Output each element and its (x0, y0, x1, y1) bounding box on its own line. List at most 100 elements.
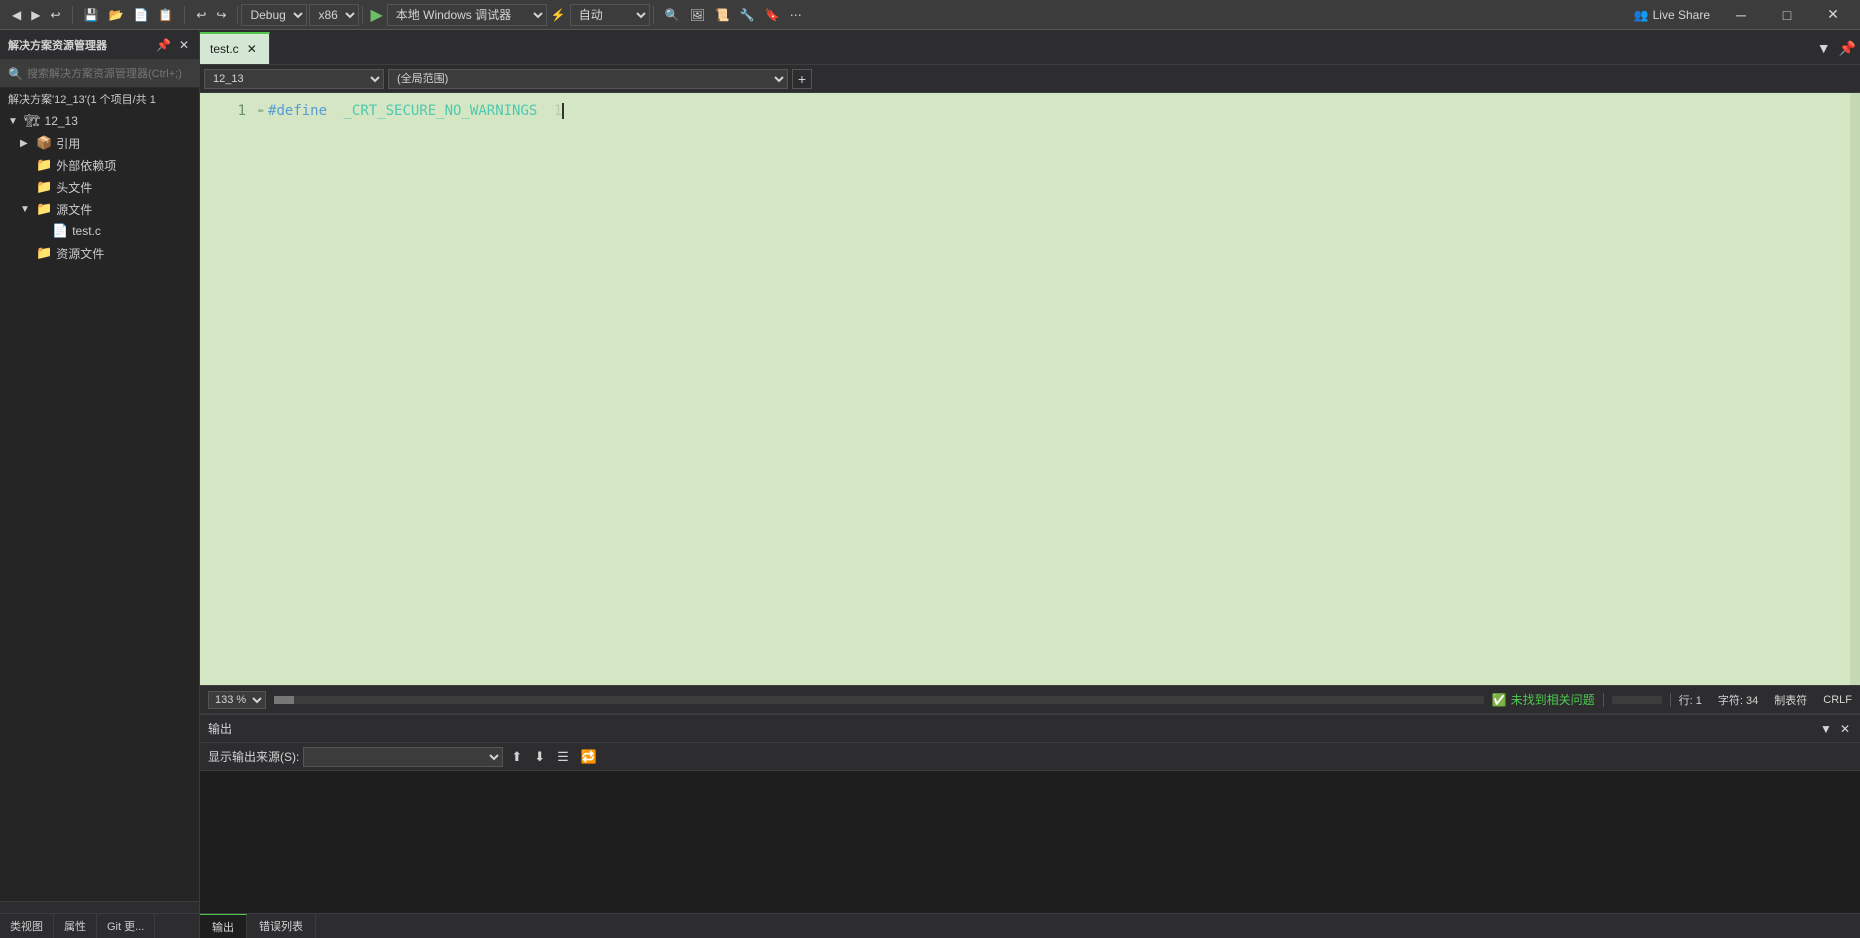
project-expand-icon: ▼ (8, 116, 20, 127)
sep1 (72, 6, 73, 24)
output-down-button[interactable]: ⬇ (530, 746, 549, 768)
sidebar-search-bar: 🔍 (0, 60, 199, 88)
editor-scrollbar-y[interactable] (1850, 93, 1860, 685)
sidebar-tab-class[interactable]: 类视图 (0, 914, 54, 938)
auto-dropdown[interactable]: 自动 (570, 4, 650, 26)
tab-close-button[interactable]: ✕ (245, 42, 259, 56)
tab-pin-button[interactable]: 📌 (1835, 32, 1860, 64)
tab-testc[interactable]: test.c ✕ (200, 32, 270, 64)
horizontal-scrollbar[interactable] (274, 696, 1484, 704)
output-close-icon[interactable]: ✕ (1838, 720, 1852, 738)
scope-dropdown[interactable]: 12_13 (204, 69, 384, 89)
open-button[interactable]: 📂 (104, 4, 127, 26)
output-up-button[interactable]: ⬆ (507, 746, 526, 768)
solution-label: 解决方案'12_13'(1 个项目/共 1 (0, 88, 199, 110)
tools-button[interactable]: 🔧 (736, 4, 759, 26)
maximize-button[interactable]: □ (1764, 0, 1810, 30)
bottom-tab-output[interactable]: 输出 (200, 914, 247, 938)
zoom-dropdown[interactable]: 133 % (208, 691, 266, 709)
headers-label: 头文件 (56, 179, 92, 196)
save-button[interactable]: 💾 (80, 4, 103, 26)
add-member-button[interactable]: + (792, 69, 812, 89)
ref-icon: 📦 (36, 135, 52, 151)
line-ending-info: CRLF (1823, 694, 1852, 706)
minimize-button[interactable]: ─ (1718, 0, 1764, 30)
tab-bar: test.c ✕ ▼ 📌 (200, 30, 1860, 65)
new-button[interactable]: 📄 (129, 4, 152, 26)
testc-icon: 📄 (52, 223, 68, 239)
status-bar: 133 % ✅ 未找到相关问题 行: 1 字符: 34 制表符 CRLF (200, 685, 1860, 713)
ref-label: 引用 (56, 135, 80, 152)
tree-item-headers[interactable]: 📁 头文件 (0, 176, 199, 198)
macro-name: _CRT_SECURE_NO_WARNINGS (343, 103, 537, 119)
tree-item-project[interactable]: ▼ 🏗 12_13 (0, 110, 199, 132)
project-icon: 🏗 (24, 113, 41, 129)
status-ok-icon: ✅ (1492, 693, 1507, 707)
sidebar-tab-git[interactable]: Git 更... (97, 914, 155, 938)
encoding-info: 制表符 (1774, 692, 1807, 708)
code-editor[interactable]: 1 ✏ #define _CRT_SECURE_NO_WARNINGS 1 (200, 93, 1860, 685)
tree-item-deps[interactable]: 📁 外部依赖项 (0, 154, 199, 176)
code-line-1: ✏ #define _CRT_SECURE_NO_WARNINGS 1 (258, 101, 1842, 121)
search-button[interactable]: 🔍 (661, 4, 684, 26)
output-content[interactable] (200, 771, 1860, 913)
main-area: 解决方案资源管理器 📌 ✕ 🔍 解决方案'12_13'(1 个项目/共 1 ▼ … (0, 30, 1860, 938)
output-source-label: 显示输出来源(S): (208, 748, 299, 765)
status-hscroll2[interactable] (1612, 696, 1662, 704)
close-sidebar-icon[interactable]: ✕ (177, 36, 191, 54)
macro-value: 1 (554, 103, 562, 119)
col-info: 字符: 34 (1718, 692, 1758, 708)
redo-button[interactable]: ↪ (212, 4, 230, 26)
script-button[interactable]: 📜 (711, 4, 734, 26)
pin-icon[interactable]: 📌 (154, 36, 173, 54)
status-sep1 (1603, 693, 1604, 707)
back-button[interactable]: ◀ (8, 4, 25, 26)
tree-view: ▼ 🏗 12_13 ▶ 📦 引用 📁 外部依赖项 📁 头文件 (0, 110, 199, 901)
code-text-1: #define _CRT_SECURE_NO_WARNINGS 1 (268, 101, 564, 121)
platform-dropdown[interactable]: x86 (309, 4, 359, 26)
live-share-button[interactable]: 👥 Live Share (1626, 8, 1718, 22)
undo-button[interactable]: ↩ (46, 4, 64, 26)
target-dropdown[interactable]: 本地 Windows 调试器 (387, 4, 547, 26)
sidebar-title-text: 解决方案资源管理器 (8, 37, 107, 53)
extra-button[interactable]: ⋯ (786, 4, 806, 26)
tree-item-ref[interactable]: ▶ 📦 引用 (0, 132, 199, 154)
undo2-button[interactable]: ↩ (192, 4, 210, 26)
img-button[interactable]: 🖼 (686, 4, 709, 26)
forward-button[interactable]: ▶ (27, 4, 44, 26)
sidebar-title-bar: 解决方案资源管理器 📌 ✕ (0, 30, 199, 60)
bookmark-button[interactable]: 🔖 (761, 4, 784, 26)
output-filter-button[interactable]: ☰ (553, 746, 573, 768)
run-button[interactable]: ▶ (366, 5, 386, 25)
sidebar-hscroll[interactable] (0, 901, 199, 913)
resources-label: 资源文件 (56, 245, 104, 262)
output-controls: 显示输出来源(S): ⬆ ⬇ ☰ 🔁 (200, 743, 1860, 771)
row-info: 行: 1 (1679, 692, 1702, 708)
scrollbar-thumb[interactable] (274, 696, 294, 704)
tree-item-sources[interactable]: ▼ 📁 源文件 (0, 198, 199, 220)
member-dropdown[interactable]: (全局范围) (388, 69, 788, 89)
search-input[interactable] (27, 68, 191, 80)
sidebar-bottom-tabs: 类视图 属性 Git 更... (0, 913, 199, 938)
deps-icon: 📁 (36, 157, 52, 173)
deps-label: 外部依赖项 (56, 157, 116, 174)
tree-item-resources[interactable]: 📁 资源文件 (0, 242, 199, 264)
sidebar-icons: 📌 ✕ (154, 36, 191, 54)
sidebar-tab-props[interactable]: 属性 (54, 914, 97, 938)
attach-button[interactable]: ⚡ (547, 4, 570, 26)
copy-button[interactable]: 📋 (154, 4, 177, 26)
status-message: ✅ 未找到相关问题 (1492, 691, 1595, 708)
sources-label: 源文件 (56, 201, 92, 218)
tree-item-testc[interactable]: 📄 test.c (0, 220, 199, 242)
close-button[interactable]: ✕ (1810, 0, 1856, 30)
text-cursor (562, 103, 564, 119)
output-dropdown-icon[interactable]: ▼ (1818, 720, 1834, 738)
live-share-icon: 👥 (1634, 8, 1649, 22)
code-content[interactable]: ✏ #define _CRT_SECURE_NO_WARNINGS 1 (250, 93, 1850, 685)
tab-expand-button[interactable]: ▼ (1813, 32, 1835, 64)
output-source-dropdown[interactable] (303, 747, 503, 767)
output-clear-button[interactable]: 🔁 (577, 746, 601, 768)
output-title: 输出 (208, 720, 232, 737)
debug-dropdown[interactable]: Debug (241, 4, 307, 26)
bottom-tab-errors[interactable]: 错误列表 (247, 914, 316, 938)
